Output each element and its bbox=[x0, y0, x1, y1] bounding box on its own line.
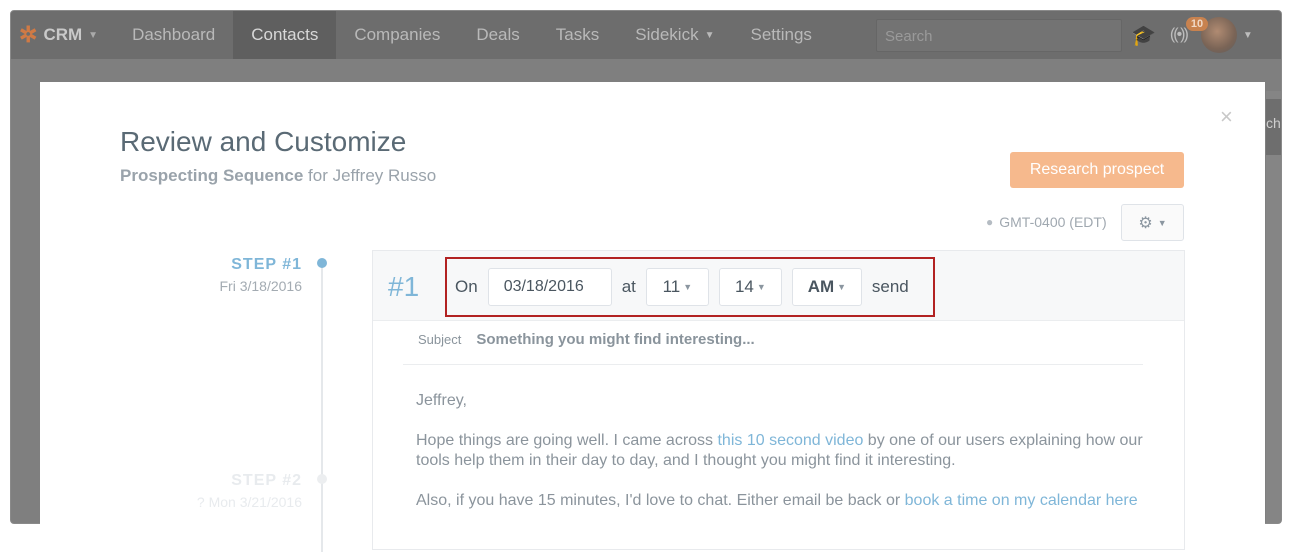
on-label: On bbox=[455, 277, 478, 296]
nav-label: Sidekick bbox=[635, 25, 699, 44]
graduation-cap-icon[interactable]: 🎓 bbox=[1131, 23, 1156, 48]
settings-dropdown-button[interactable]: ⚙ ▼ bbox=[1121, 204, 1184, 241]
email-body[interactable]: Jeffrey, Hope things are going well. I c… bbox=[416, 391, 1146, 531]
hour-select[interactable]: 11 ▼ bbox=[645, 268, 709, 306]
caret-down-icon: ▼ bbox=[756, 282, 766, 292]
at-label: at bbox=[621, 277, 636, 296]
step-date-text: Mon 3/21/2016 bbox=[208, 494, 302, 510]
step-number: #1 bbox=[388, 271, 420, 302]
notifications-icon[interactable]: ((•)) 10 bbox=[1170, 17, 1209, 44]
body-text: Hope things are going well. I came acros… bbox=[416, 432, 718, 449]
nav-label: Settings bbox=[750, 25, 812, 44]
chevron-down-icon: ▼ bbox=[88, 29, 99, 41]
chevron-down-icon: ▼ bbox=[1157, 217, 1167, 228]
sequence-name: Prospecting Sequence bbox=[120, 166, 304, 185]
nav-item-contacts[interactable]: Contacts bbox=[233, 11, 337, 59]
send-date-input[interactable]: 03/18/2016 bbox=[487, 268, 612, 306]
calendar-link[interactable]: book a time on my calendar here bbox=[905, 492, 1138, 509]
nav-label: Deals bbox=[476, 25, 520, 44]
step-date: ? Mon 3/21/2016 bbox=[170, 494, 302, 510]
nav-label: Dashboard bbox=[132, 25, 216, 44]
search-placeholder: Search bbox=[885, 28, 933, 45]
help-icon: ? bbox=[196, 494, 209, 510]
modal-title: Review and Customize bbox=[120, 126, 407, 157]
top-navigation: ✲ CRM ▼ Dashboard Contacts Companies Dea… bbox=[11, 11, 1281, 59]
notification-badge: 10 bbox=[1185, 17, 1209, 31]
nav-item-deals[interactable]: Deals bbox=[458, 11, 537, 59]
nav-icons: 🎓 ((•)) 10 ▼ bbox=[1131, 11, 1253, 59]
nav-item-settings[interactable]: Settings bbox=[732, 11, 829, 59]
step-label[interactable]: STEP #1 bbox=[190, 256, 302, 274]
subject-label: Subject bbox=[418, 332, 462, 347]
nav-item-sidekick[interactable]: Sidekick ▼ bbox=[617, 11, 732, 59]
ampm-value: AM bbox=[807, 277, 835, 296]
timezone-label: GMT-0400 (EDT) bbox=[999, 214, 1107, 230]
gear-icon: ⚙ bbox=[1138, 214, 1153, 232]
caret-down-icon: ▼ bbox=[837, 282, 847, 292]
nav-item-dashboard[interactable]: Dashboard bbox=[114, 11, 233, 59]
send-schedule: On 03/18/2016 at 11 ▼ 14 ▼ AM ▼ send bbox=[445, 257, 935, 317]
minute-value: 14 bbox=[734, 277, 754, 296]
step-date: Fri 3/18/2016 bbox=[219, 278, 303, 294]
caret-down-icon: ▼ bbox=[683, 282, 693, 292]
timezone-indicator: ● GMT-0400 (EDT) bbox=[986, 214, 1107, 230]
hour-value: 11 bbox=[662, 277, 681, 296]
step-label[interactable]: STEP #2 bbox=[190, 472, 302, 490]
nav-item-tasks[interactable]: Tasks bbox=[538, 11, 617, 59]
step-timeline bbox=[321, 262, 323, 552]
background-tab-label: ch bbox=[1266, 115, 1281, 131]
chevron-down-icon: ▼ bbox=[704, 29, 715, 41]
minute-select[interactable]: 14 ▼ bbox=[718, 268, 782, 306]
prospect-name: for Jeffrey Russo bbox=[308, 166, 437, 185]
email-step-card: #1 On 03/18/2016 at 11 ▼ 14 ▼ AM ▼ send bbox=[372, 250, 1185, 550]
step-dot bbox=[317, 258, 327, 268]
body-paragraph: Also, if you have 15 minutes, I'd love t… bbox=[416, 491, 1146, 511]
nav-label: Contacts bbox=[251, 25, 319, 44]
send-label: send bbox=[871, 277, 909, 296]
background-tab: ch bbox=[1266, 99, 1281, 155]
chevron-down-icon[interactable]: ▼ bbox=[1243, 30, 1253, 41]
modal-subtitle: Prospecting Sequence for Jeffrey Russo bbox=[120, 166, 436, 186]
greeting: Jeffrey, bbox=[416, 392, 467, 409]
step-dot bbox=[317, 474, 327, 484]
globe-icon: ● bbox=[986, 215, 994, 229]
brand-label: CRM bbox=[43, 25, 83, 44]
nav-label: Tasks bbox=[555, 25, 600, 44]
brand-menu[interactable]: ✲ CRM ▼ bbox=[11, 11, 98, 59]
nav-label: Companies bbox=[354, 25, 441, 44]
search-input[interactable]: Search bbox=[876, 19, 1122, 52]
nav-item-companies[interactable]: Companies bbox=[336, 11, 458, 59]
card-header: #1 On 03/18/2016 at 11 ▼ 14 ▼ AM ▼ send bbox=[373, 251, 1184, 321]
body-text: Also, if you have 15 minutes, I'd love t… bbox=[416, 492, 905, 509]
background-page-peek: ch bbox=[1266, 91, 1281, 523]
ampm-select[interactable]: AM ▼ bbox=[791, 268, 862, 306]
body-paragraph: Hope things are going well. I came acros… bbox=[416, 431, 1146, 471]
subject-field[interactable]: Subject Something you might find interes… bbox=[403, 331, 1143, 365]
research-prospect-button[interactable]: Research prospect bbox=[1010, 152, 1184, 188]
review-modal: × Review and Customize Prospecting Seque… bbox=[40, 82, 1265, 552]
hubspot-logo-icon: ✲ bbox=[19, 22, 38, 47]
video-link[interactable]: this 10 second video bbox=[717, 432, 863, 449]
close-icon[interactable]: × bbox=[1220, 104, 1233, 130]
subject-value: Something you might find interesting... bbox=[476, 331, 755, 348]
